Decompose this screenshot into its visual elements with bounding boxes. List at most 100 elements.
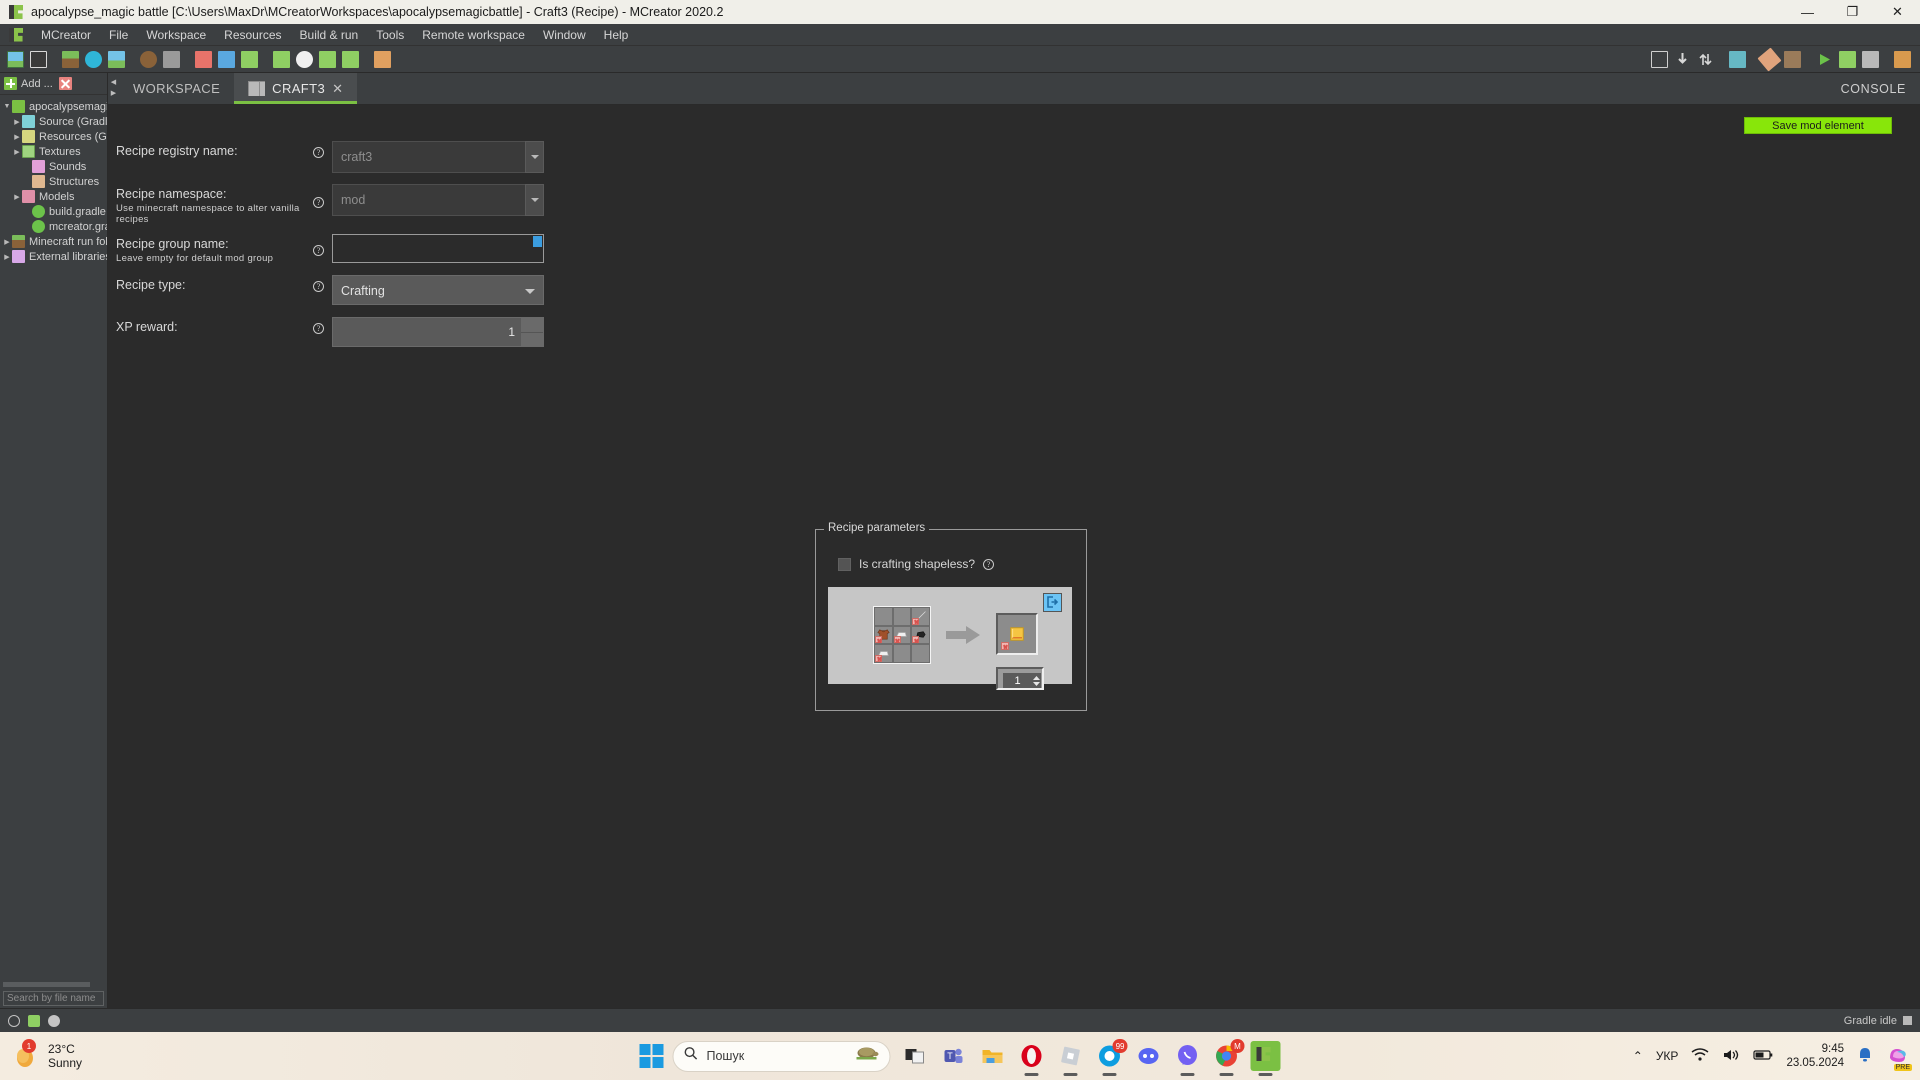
recipe-registry-name-input[interactable]: craft3 — [332, 141, 544, 173]
eraser-icon[interactable] — [1757, 47, 1782, 71]
help-icon[interactable]: ? — [313, 245, 324, 256]
help-icon[interactable]: ? — [983, 558, 995, 570]
close-x-icon[interactable] — [58, 77, 72, 90]
download-icon[interactable] — [1674, 50, 1691, 68]
xp-reward-spinner[interactable]: 1 — [332, 317, 544, 347]
craft-slot-1[interactable] — [892, 607, 912, 626]
craft-slot-8[interactable] — [911, 644, 930, 663]
menu-resources[interactable]: Resources — [215, 25, 290, 45]
remove-output-icon[interactable] — [1001, 642, 1009, 650]
opera-browser-icon[interactable] — [1017, 1041, 1047, 1071]
entity-texture-set-icon[interactable] — [241, 50, 258, 68]
sidebar-scrollbar[interactable] — [3, 982, 90, 987]
craft-slot-5[interactable] — [911, 625, 930, 645]
tree-item-workspace[interactable]: ▼ apocalypsemagicba — [0, 99, 107, 114]
craft-slot-2[interactable] — [911, 607, 930, 626]
chevron-down-icon[interactable] — [525, 141, 544, 173]
spinner-buttons[interactable] — [521, 318, 543, 346]
remove-item-icon[interactable] — [875, 654, 882, 662]
new-animated-texture-icon[interactable] — [30, 50, 47, 68]
chevron-down-icon[interactable] — [525, 184, 544, 216]
craft-slot-4[interactable] — [892, 625, 912, 645]
info-icon[interactable] — [8, 1014, 20, 1027]
craft-slot-6[interactable] — [874, 644, 893, 663]
remove-item-icon[interactable] — [893, 636, 901, 644]
import-structure-icon[interactable] — [163, 50, 180, 68]
roblox-icon[interactable] — [1056, 1041, 1086, 1071]
help-icon[interactable]: ? — [313, 197, 324, 208]
menu-mcreator[interactable]: MCreator — [32, 25, 100, 45]
taskbar-search-box[interactable]: Пошук — [672, 1040, 891, 1072]
workspace-tree-icon[interactable] — [1651, 50, 1668, 68]
import-armor-texture-icon[interactable] — [140, 50, 157, 68]
battery-icon[interactable] — [1753, 1049, 1773, 1064]
output-count-arrows[interactable] — [1032, 673, 1041, 688]
is-crafting-shapeless-checkbox[interactable] — [838, 557, 851, 571]
block-texture-set-icon[interactable] — [195, 50, 212, 68]
weather-widget[interactable]: 1 23°C Sunny — [14, 1039, 82, 1070]
tray-chevron-icon[interactable]: ⌃ — [1633, 1049, 1643, 1063]
menu-build-and-run[interactable]: Build & run — [291, 25, 368, 45]
import-block-texture-icon[interactable] — [62, 50, 79, 68]
menu-remote-workspace[interactable]: Remote workspace — [413, 25, 534, 45]
item-texture-set-icon[interactable] — [218, 50, 235, 68]
tab-scroll-right-icon[interactable]: ▶ — [111, 90, 116, 97]
volume-icon[interactable] — [1722, 1048, 1740, 1065]
tab-scroll-arrows[interactable]: ◀ ▶ — [108, 73, 119, 104]
save-mod-element-button[interactable]: Save mod element — [1744, 117, 1892, 134]
recipe-group-name-input[interactable] — [332, 234, 544, 263]
close-button[interactable]: ✕ — [1875, 0, 1920, 24]
craft-slot-0[interactable] — [874, 607, 893, 626]
help-icon[interactable]: ? — [313, 147, 324, 158]
tree-item-minecraft-run-folder[interactable]: ▶ Minecraft run folder — [0, 234, 107, 249]
task-view-icon[interactable] — [900, 1041, 930, 1071]
recipe-output-slot[interactable] — [996, 613, 1038, 655]
remove-item-icon[interactable] — [912, 617, 920, 625]
language-indicator[interactable]: УКР — [1656, 1049, 1679, 1063]
add-resource-button[interactable]: Add ... — [4, 77, 53, 90]
maximize-button[interactable]: ❐ — [1830, 0, 1875, 24]
tree-item-source[interactable]: ▶ Source (Gradle) — [0, 114, 107, 129]
update-icon[interactable] — [28, 1014, 40, 1027]
run-client-icon[interactable] — [1816, 50, 1833, 68]
add-structure-icon[interactable] — [296, 50, 313, 68]
tree-expand-arrow[interactable]: ▶ — [2, 253, 12, 261]
menu-workspace[interactable]: Workspace — [137, 25, 215, 45]
tree-item-build-gradle[interactable]: build.gradle — [0, 204, 107, 219]
recipe-namespace-input[interactable]: mod — [332, 184, 544, 216]
tab-workspace[interactable]: WORKSPACE — [119, 73, 234, 104]
taskbar-clock[interactable]: 9:45 23.05.2024 — [1786, 1042, 1844, 1070]
tree-expand-arrow[interactable]: ▶ — [12, 133, 22, 141]
help-icon[interactable]: ? — [313, 323, 324, 334]
wifi-icon[interactable] — [1691, 1047, 1709, 1065]
add-variable-icon[interactable] — [374, 50, 391, 68]
menu-help[interactable]: Help — [595, 25, 638, 45]
file-explorer-icon[interactable] — [978, 1041, 1008, 1071]
settings-gear-icon[interactable] — [48, 1014, 60, 1027]
tree-expand-arrow[interactable]: ▶ — [12, 148, 22, 156]
remove-item-icon[interactable] — [875, 636, 882, 644]
file-search-input[interactable]: Search by file name — [3, 991, 104, 1006]
new-texture-icon[interactable] — [7, 50, 24, 68]
tab-craft3[interactable]: CRAFT3 ✕ — [234, 73, 358, 104]
microsoft-teams-icon[interactable]: T — [939, 1041, 969, 1071]
sync-icon[interactable] — [1697, 50, 1714, 68]
menu-file[interactable]: File — [100, 25, 137, 45]
stop-icon[interactable] — [1862, 50, 1879, 68]
opera-gx-icon[interactable]: 99 — [1095, 1039, 1128, 1071]
craft-slot-3[interactable] — [874, 625, 893, 645]
add-model-icon[interactable] — [319, 50, 336, 68]
tab-scroll-left-icon[interactable]: ◀ — [111, 79, 116, 86]
tab-close-icon[interactable]: ✕ — [332, 81, 343, 97]
gradle-folder-icon[interactable] — [1729, 50, 1746, 68]
tree-item-mcreator-gradle[interactable]: mcreator.gradle — [0, 219, 107, 234]
menu-window[interactable]: Window — [534, 25, 595, 45]
add-sound-icon[interactable] — [273, 50, 290, 68]
tree-expand-arrow[interactable]: ▶ — [2, 238, 12, 246]
copilot-icon[interactable]: PRE — [1886, 1044, 1912, 1071]
add-armor-model-icon[interactable] — [342, 50, 359, 68]
console-toggle[interactable]: CONSOLE — [1841, 82, 1906, 96]
run-server-icon[interactable] — [1839, 50, 1856, 68]
tree-expand-arrow[interactable]: ▶ — [12, 193, 22, 201]
craft-slot-7[interactable] — [892, 644, 912, 663]
